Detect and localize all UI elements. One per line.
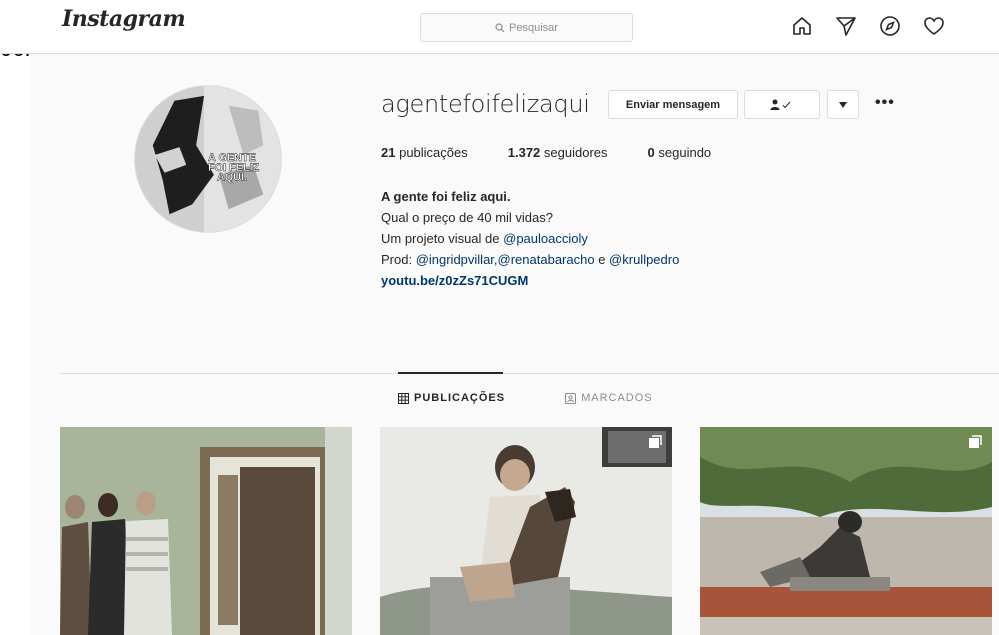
mention-link[interactable]: @pauloaccioly [503, 231, 588, 246]
explore-icon[interactable] [878, 14, 902, 38]
chevron-down-icon [839, 101, 847, 108]
bio-text: Prod: [381, 252, 416, 267]
tagged-icon [565, 392, 577, 404]
tabs-divider [60, 373, 999, 374]
bio-text: Um projeto visual de [381, 231, 504, 246]
carousel-icon [969, 435, 982, 448]
mention-link[interactable]: @krullpedro [609, 252, 679, 267]
search-placeholder: Pesquisar [509, 21, 558, 34]
profile-bio: A gente foi feliz aqui. Qual o preço de … [381, 186, 679, 291]
following-stat[interactable]: 0 seguindo [648, 145, 712, 160]
following-button[interactable] [744, 90, 820, 119]
bio-text: e [594, 252, 610, 267]
nav-icons [790, 14, 946, 38]
svg-text:AQUI.: AQUI. [217, 172, 247, 184]
bio-line: Prod: @ingridpvillar,@renatabaracho e @k… [381, 249, 679, 270]
followers-count: 1.372 [507, 145, 541, 160]
bio-external-link[interactable]: youtu.be/z0zZs71CUGM [381, 270, 679, 291]
profile-tabs: PUBLICAÇÕES MARCADOS [398, 392, 653, 404]
tab-label: MARCADOS [581, 392, 653, 404]
profile-avatar[interactable]: A GENTE FOI FELIZ AQUI. [134, 85, 282, 233]
bio-line: Qual o preço de 40 mil vidas? [381, 210, 553, 225]
search-input[interactable]: Pesquisar [420, 13, 633, 42]
post-thumbnail[interactable] [380, 427, 672, 635]
profile-page: A GENTE FOI FELIZ AQUI. agentefoifelizaq… [30, 54, 999, 635]
active-tab-indicator [398, 372, 503, 374]
profile-stats: 21 publicações 1.372 seguidores 0 seguin… [381, 145, 751, 160]
post-image-family [60, 427, 352, 635]
suggestions-dropdown-button[interactable] [827, 90, 859, 119]
options-more-icon[interactable]: ••• [875, 94, 895, 112]
carousel-icon [649, 435, 662, 448]
top-navigation-bar: Instagram Pesquisar [0, 0, 999, 54]
posts-stat: 21 publicações [381, 145, 468, 160]
send-message-button[interactable]: Enviar mensagem [608, 90, 738, 119]
bio-line: Um projeto visual de @pauloaccioly [381, 228, 679, 249]
mention-link[interactable]: @ingridpvillar,@renatabaracho [416, 252, 595, 267]
post-thumbnail[interactable] [700, 427, 992, 635]
grid-icon [398, 392, 409, 404]
tab-publications[interactable]: PUBLICAÇÕES [398, 392, 505, 404]
tab-tagged[interactable]: MARCADOS [565, 392, 653, 404]
posts-label: publicações [399, 145, 468, 160]
direct-icon[interactable] [834, 14, 858, 38]
profile-username: agentefoifelizaqui [381, 90, 590, 118]
posts-count: 21 [381, 145, 396, 160]
followers-stat[interactable]: 1.372 seguidores [508, 145, 608, 160]
following-count: 0 [647, 145, 655, 160]
tab-label: PUBLICAÇÕES [414, 392, 506, 404]
bio-name: A gente foi feliz aqui. [381, 189, 511, 204]
followers-label: seguidores [543, 145, 608, 160]
posts-grid [60, 427, 992, 635]
activity-icon[interactable] [922, 14, 946, 38]
post-image-statue [700, 427, 992, 635]
instagram-logo[interactable]: Instagram [62, 6, 186, 32]
post-image-boy-dog [380, 427, 672, 635]
home-icon[interactable] [790, 14, 814, 38]
search-icon [495, 22, 505, 32]
following-label: seguindo [658, 145, 712, 160]
person-check-icon [770, 99, 791, 110]
post-thumbnail[interactable] [60, 427, 352, 635]
